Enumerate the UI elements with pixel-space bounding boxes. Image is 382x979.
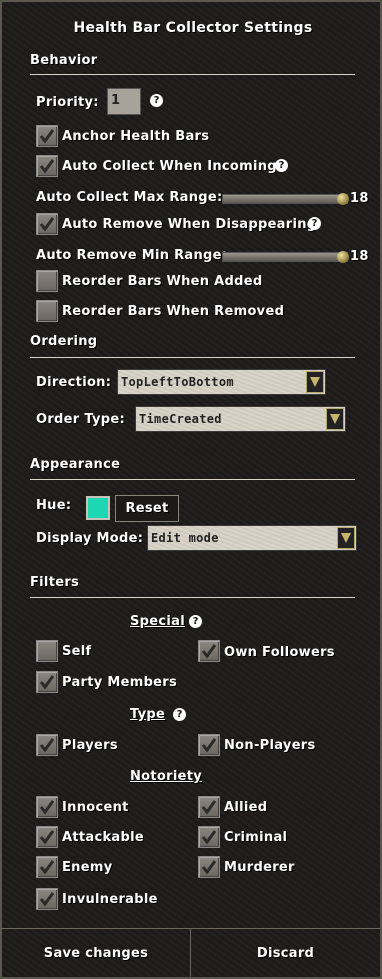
display-mode-label: Display Mode: [36, 531, 144, 546]
collect-range-slider[interactable] [222, 193, 349, 205]
behavior-header: Behavior [30, 53, 98, 68]
hue-swatch[interactable] [86, 496, 110, 520]
attackable-label: Attackable [62, 830, 144, 845]
reset-button[interactable]: Reset [115, 495, 179, 522]
type-label: Type [130, 707, 166, 722]
party-checkbox[interactable] [36, 671, 58, 693]
appearance-header: Appearance [30, 457, 121, 472]
checkmark-icon [201, 800, 217, 815]
save-button[interactable]: Save changes [2, 928, 191, 977]
checkmark-icon [39, 129, 55, 144]
collect-range-value: 18 [350, 191, 369, 206]
checkmark-icon [39, 892, 55, 907]
auto-remove-checkbox[interactable] [36, 213, 58, 235]
checkmark-icon [201, 860, 217, 875]
help-icon[interactable]: ? [189, 615, 202, 628]
direction-dropdown[interactable]: TopLeftToBottom [117, 369, 326, 395]
invulnerable-checkbox[interactable] [36, 888, 58, 910]
chevron-down-icon[interactable] [326, 408, 344, 430]
allied-checkbox[interactable] [198, 796, 220, 818]
direction-value: TopLeftToBottom [121, 375, 234, 389]
ordering-header: Ordering [30, 334, 98, 349]
remove-range-value: 18 [350, 249, 369, 264]
players-label: Players [62, 738, 118, 753]
innocent-label: Innocent [62, 800, 129, 815]
players-checkbox[interactable] [36, 734, 58, 756]
order-type-dropdown[interactable]: TimeCreated [135, 406, 346, 432]
murderer-label: Murderer [224, 860, 295, 875]
checkmark-icon [201, 644, 217, 659]
checkmark-icon [39, 159, 55, 174]
settings-window: Health Bar Collector Settings Behavior P… [0, 0, 382, 979]
help-icon[interactable]: ? [308, 217, 321, 230]
self-checkbox[interactable] [36, 640, 58, 662]
auto-remove-label: Auto Remove When Disappearing [62, 217, 317, 232]
remove-range-slider[interactable] [222, 251, 349, 263]
murderer-checkbox[interactable] [198, 856, 220, 878]
filters-header: Filters [30, 575, 80, 590]
help-icon[interactable]: ? [150, 94, 163, 107]
checkmark-icon [39, 675, 55, 690]
chevron-down-icon[interactable] [337, 527, 355, 549]
checkmark-icon [201, 830, 217, 845]
display-mode-dropdown[interactable]: Edit mode [147, 525, 357, 551]
reorder-added-checkbox[interactable] [36, 270, 58, 292]
anchor-checkbox[interactable] [36, 125, 58, 147]
order-type-value: TimeCreated [139, 412, 222, 426]
innocent-checkbox[interactable] [36, 796, 58, 818]
reorder-added-label: Reorder Bars When Added [62, 274, 263, 289]
direction-label: Direction: [36, 375, 112, 390]
enemy-label: Enemy [62, 860, 113, 875]
appearance-divider [30, 479, 355, 480]
reorder-removed-checkbox[interactable] [36, 300, 58, 322]
checkmark-icon [39, 830, 55, 845]
remove-range-label: Auto Remove Min Range: [36, 248, 228, 263]
party-label: Party Members [62, 675, 178, 690]
checkmark-icon [201, 738, 217, 753]
help-icon[interactable]: ? [173, 708, 186, 721]
help-icon[interactable]: ? [275, 159, 288, 172]
hue-label: Hue: [36, 498, 72, 513]
checkmark-icon [39, 860, 55, 875]
own-followers-label: Own Followers [224, 645, 335, 660]
invulnerable-label: Invulnerable [62, 892, 158, 907]
self-label: Self [62, 644, 92, 659]
allied-label: Allied [224, 800, 268, 815]
criminal-label: Criminal [224, 830, 288, 845]
own-followers-checkbox[interactable] [198, 640, 220, 662]
ordering-divider [30, 357, 355, 358]
anchor-label: Anchor Health Bars [62, 129, 210, 144]
criminal-checkbox[interactable] [198, 826, 220, 848]
chevron-down-icon[interactable] [306, 371, 324, 393]
filters-divider [30, 597, 355, 598]
window-title: Health Bar Collector Settings [73, 20, 313, 36]
priority-label: Priority: [36, 95, 99, 110]
collect-range-label: Auto Collect Max Range: [36, 190, 223, 205]
enemy-checkbox[interactable] [36, 856, 58, 878]
non-players-checkbox[interactable] [198, 734, 220, 756]
auto-collect-label: Auto Collect When Incoming [62, 159, 277, 174]
auto-collect-checkbox[interactable] [36, 155, 58, 177]
checkmark-icon [39, 738, 55, 753]
slider-knob[interactable] [337, 193, 349, 205]
priority-input[interactable]: 1 [107, 88, 141, 115]
order-type-label: Order Type: [36, 412, 125, 427]
checkmark-icon [39, 800, 55, 815]
display-mode-value: Edit mode [151, 531, 219, 545]
behavior-divider [30, 74, 355, 75]
special-label: Special [130, 614, 185, 629]
checkmark-icon [39, 217, 55, 232]
discard-button[interactable]: Discard [191, 928, 380, 977]
slider-knob[interactable] [337, 251, 349, 263]
notoriety-label: Notoriety [130, 769, 203, 784]
attackable-checkbox[interactable] [36, 826, 58, 848]
reorder-removed-label: Reorder Bars When Removed [62, 304, 285, 319]
non-players-label: Non-Players [224, 738, 316, 753]
